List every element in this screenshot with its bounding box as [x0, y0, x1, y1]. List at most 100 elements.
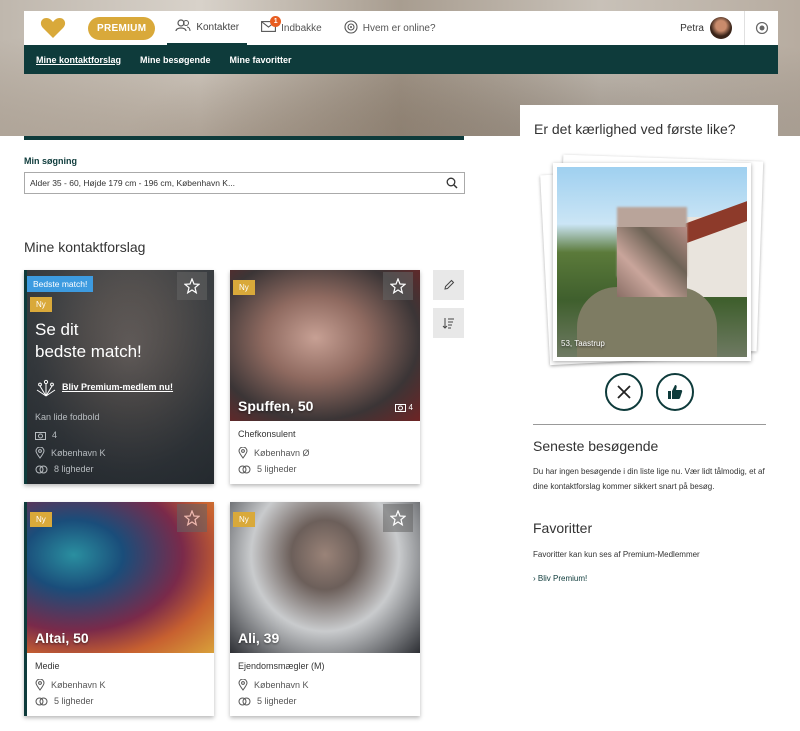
notification-badge: 1	[270, 16, 282, 27]
location-value: København K	[51, 680, 106, 690]
location-pin-icon	[238, 447, 248, 459]
location: København K	[35, 447, 106, 459]
chevron-right-icon: ›	[533, 574, 536, 583]
new-badge: Ny	[233, 512, 255, 527]
premium-member-link[interactable]: Bliv Premium-medlem nu!	[62, 382, 173, 392]
reject-button[interactable]	[605, 373, 643, 411]
occupation: Ejendomsmægler (M)	[238, 661, 325, 671]
main-top-rule	[24, 136, 464, 140]
new-badge: Ny	[233, 280, 255, 295]
profile-name: Altai, 50	[35, 630, 89, 646]
profile-card[interactable]: Bedste match! Ny Se dit bedste match! Bl…	[24, 270, 214, 484]
candidate-caption: 53, Taastrup	[561, 339, 605, 348]
location: København Ø	[238, 447, 310, 459]
location-value: København K	[254, 680, 309, 690]
avatar[interactable]	[710, 17, 732, 39]
like-button[interactable]	[656, 373, 694, 411]
photo-count: 4	[394, 403, 413, 412]
favorite-star-button[interactable]	[383, 272, 413, 300]
likes-value: 5 ligheder	[257, 696, 297, 706]
profile-name: Spuffen, 50	[238, 398, 314, 414]
subnav-mine-besogende[interactable]: Mine besøgende	[140, 55, 211, 65]
photo-count-value: 4	[52, 430, 58, 440]
star-icon	[184, 278, 200, 294]
likes: 5 ligheder	[238, 696, 297, 706]
search-label: Min søgning	[24, 156, 77, 166]
location-value: København Ø	[254, 448, 310, 458]
like-candidate-photo[interactable]: 53, Taastrup	[553, 163, 751, 361]
new-badge: Ny	[30, 512, 52, 527]
top-bar: PREMIUM Kontakter 1 Indbakke Hvem er onl…	[24, 11, 778, 45]
occupation: Kan lide fodbold	[35, 412, 100, 422]
rings-icon	[35, 465, 48, 473]
favorite-star-button[interactable]	[177, 272, 207, 300]
premium-button[interactable]: PREMIUM	[88, 16, 156, 40]
rings-icon	[238, 465, 251, 473]
profile-card[interactable]: Ny Spuffen, 50 4 Chefkonsulent København…	[230, 270, 420, 484]
subnav-mine-kontaktforslag[interactable]: Mine kontaktforslag	[36, 55, 121, 65]
section-title: Mine kontaktforslag	[24, 239, 146, 255]
profile-card[interactable]: Ny Ali, 39 Ejendomsmægler (M) København …	[230, 502, 420, 716]
contacts-icon	[175, 19, 191, 35]
star-icon	[390, 278, 406, 294]
favorites-title: Favoritter	[533, 520, 593, 536]
likes-value: 8 ligheder	[54, 464, 94, 474]
become-premium-link[interactable]: › Bliv Premium!	[533, 574, 587, 583]
profile-card[interactable]: Ny Altai, 50 Medie København K 5 lighede…	[24, 502, 214, 716]
tab-label: Hvem er online?	[362, 22, 436, 34]
search-input[interactable]	[24, 172, 465, 194]
location-pin-icon	[238, 679, 248, 691]
heart-logo-icon[interactable]	[24, 11, 82, 45]
location: København K	[238, 679, 309, 691]
subnav-mine-favoritter[interactable]: Mine favoritter	[230, 55, 292, 65]
visitors-text: Du har ingen besøgende i din liste lige …	[533, 467, 765, 491]
photo-count-value: 4	[408, 403, 413, 412]
visitors-title: Seneste besøgende	[533, 438, 659, 454]
sub-navigation: Mine kontaktforslag Mine besøgende Mine …	[24, 45, 778, 74]
become-premium-label: Bliv Premium!	[537, 574, 588, 583]
profile-name: Ali, 39	[238, 630, 280, 646]
likes-value: 5 ligheder	[257, 464, 297, 474]
edit-button[interactable]	[433, 270, 464, 300]
best-match-badge: Bedste match!	[27, 276, 94, 292]
location-pin-icon	[35, 679, 45, 691]
likes: 5 ligheder	[35, 696, 94, 706]
section-divider	[533, 424, 766, 425]
photo-count: 4	[35, 430, 57, 440]
headline-line-1: Se dit	[35, 320, 79, 339]
tab-label: Kontakter	[196, 21, 240, 33]
tab-indbakke[interactable]: 1 Indbakke	[253, 11, 330, 45]
tab-kontakter[interactable]: Kontakter	[167, 11, 248, 45]
sort-button[interactable]	[433, 308, 464, 338]
likes-value: 5 ligheder	[54, 696, 94, 706]
user-menu[interactable]: Petra	[680, 11, 778, 45]
favorite-star-button[interactable]	[177, 504, 207, 532]
search-icon[interactable]	[446, 176, 458, 194]
tab-online[interactable]: Hvem er online?	[336, 11, 444, 45]
tab-label: Indbakke	[281, 22, 322, 34]
rings-icon	[35, 697, 48, 705]
like-panel-title: Er det kærlighed ved første like?	[534, 121, 736, 137]
camera-icon	[394, 404, 406, 412]
favorite-star-button[interactable]	[383, 504, 413, 532]
best-match-headline: Se dit bedste match!	[35, 319, 142, 363]
pencil-icon	[443, 279, 454, 290]
eye-icon[interactable]	[744, 11, 778, 45]
headline-line-2: bedste match!	[35, 342, 142, 361]
likes: 5 ligheder	[238, 464, 297, 474]
rings-icon	[238, 697, 251, 705]
camera-icon	[35, 431, 46, 440]
occupation: Chefkonsulent	[238, 429, 296, 439]
thumbs-up-icon	[668, 385, 683, 399]
user-name: Petra	[680, 22, 704, 34]
occupation: Medie	[35, 661, 60, 671]
crown-icon	[36, 376, 56, 403]
close-icon	[617, 385, 631, 399]
new-badge: Ny	[30, 297, 52, 312]
candidate-photo	[557, 167, 747, 357]
star-icon	[390, 510, 406, 526]
sort-icon	[442, 318, 454, 329]
likes: 8 ligheder	[35, 464, 94, 474]
location: København K	[35, 679, 106, 691]
location-pin-icon	[35, 447, 45, 459]
